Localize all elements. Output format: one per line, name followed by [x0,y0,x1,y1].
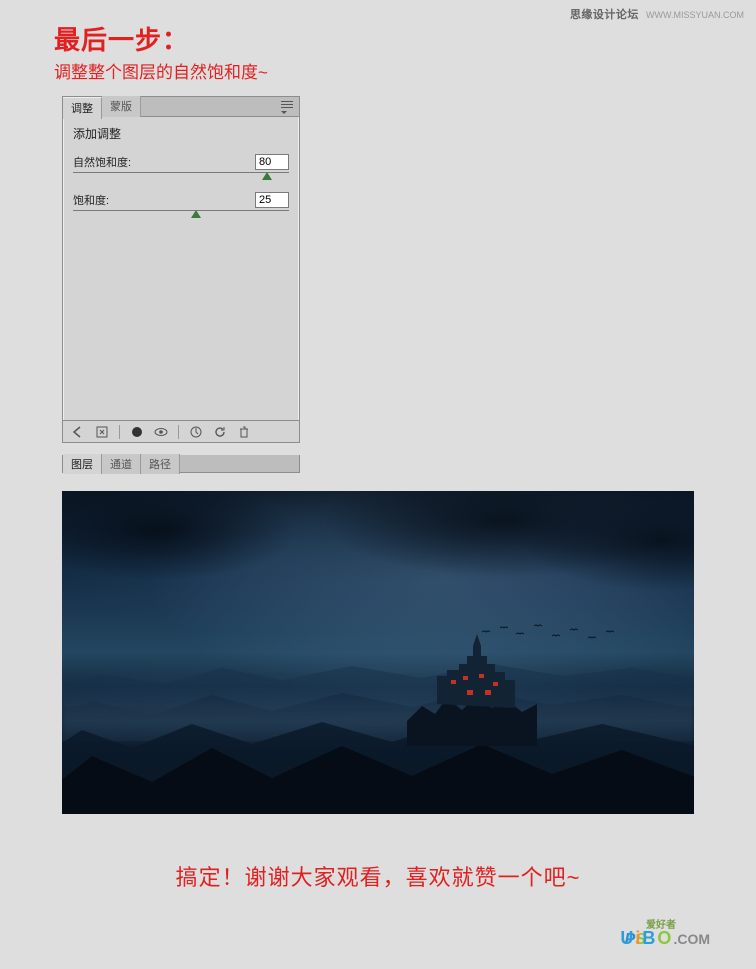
saturation-input[interactable] [255,192,289,208]
expand-icon[interactable] [95,425,109,439]
result-image [62,491,694,814]
panel-body-title: 添加调整 [73,125,289,142]
trash-icon[interactable] [237,425,251,439]
circle-mask-icon[interactable] [130,425,144,439]
uibo-watermark: 爱好者 UiBO.COM [620,928,710,949]
step-title: 最后一步： [54,20,189,57]
tab-channels[interactable]: 通道 [102,454,141,474]
panel-body: 添加调整 自然饱和度: 饱和度: [63,117,299,420]
back-arrow-icon[interactable] [71,425,85,439]
vibrance-slider[interactable] [73,172,289,184]
vibrance-input[interactable] [255,154,289,170]
top-watermark-url: WWW.MISSYUAN.COM [646,10,744,20]
saturation-row: 饱和度: [73,192,289,222]
panel-menu-icon[interactable] [281,101,293,111]
saturation-thumb[interactable] [191,210,201,218]
tab-mask[interactable]: 蒙版 [102,96,141,117]
vibrance-row: 自然饱和度: [73,154,289,184]
visibility-icon[interactable] [154,425,168,439]
tab-layers[interactable]: 图层 [63,454,102,474]
closing-text: 搞定！谢谢大家观看，喜欢就赞一个吧~ [0,860,756,892]
saturation-slider[interactable] [73,210,289,222]
castle-silhouette [407,626,537,746]
layers-panel-tabs: 图层 通道 路径 [62,455,300,473]
reset-icon[interactable] [213,425,227,439]
clip-icon[interactable] [189,425,203,439]
top-watermark-label: 思缘设计论坛 [570,9,639,21]
adjustments-panel: 调整 蒙版 添加调整 自然饱和度: 饱和度: [62,96,300,443]
vibrance-label: 自然饱和度: [73,154,131,170]
panel-tabs: 调整 蒙版 [63,97,299,117]
step-subtitle: 调整整个图层的自然饱和度~ [54,58,268,83]
tab-adjust[interactable]: 调整 [63,97,102,119]
top-watermark: 思缘设计论坛 WWW.MISSYUAN.COM [570,6,744,22]
tab-paths[interactable]: 路径 [141,454,180,474]
panel-bottom-bar [63,420,299,442]
vibrance-thumb[interactable] [262,172,272,180]
saturation-label: 饱和度: [73,192,109,208]
